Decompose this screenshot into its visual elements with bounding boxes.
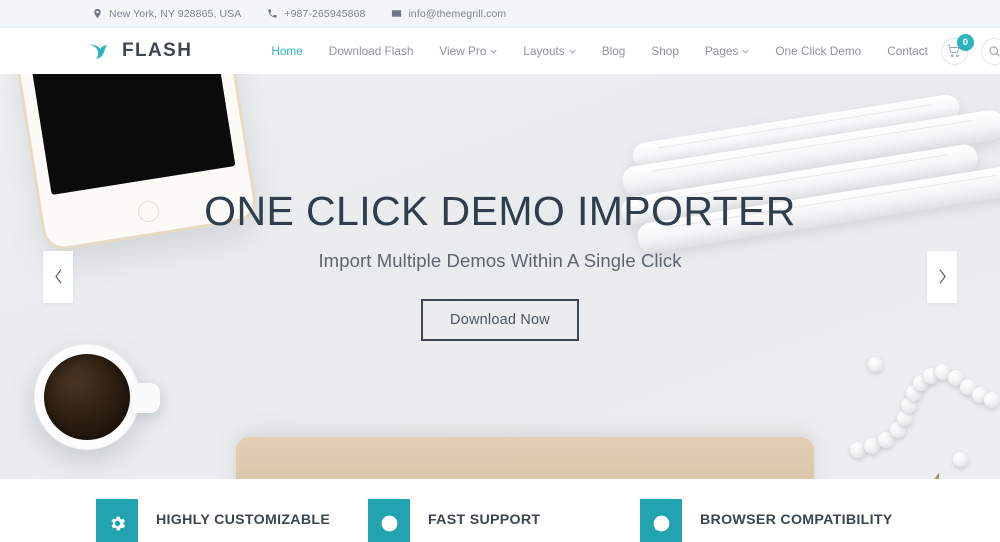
chevron-down-icon xyxy=(490,49,497,53)
nav-item-home[interactable]: Home xyxy=(258,44,315,58)
feature-fast-support: FAST SUPPORT Nisi ut aliquip ex ea commo… xyxy=(368,499,640,542)
nav-label: Home xyxy=(271,44,303,58)
site-header: FLASH Home Download Flash View Pro Layou… xyxy=(0,28,1000,74)
hero-subtitle: Import Multiple Demos Within A Single Cl… xyxy=(318,250,682,272)
address-text: New York, NY 928865, USA xyxy=(109,7,242,20)
nav-item-pages[interactable]: Pages xyxy=(692,44,762,58)
feature-title: HIGHLY CUSTOMIZABLE xyxy=(156,512,331,528)
download-now-button[interactable]: Download Now xyxy=(421,299,579,342)
hero-content: ONE CLICK DEMO IMPORTER Import Multiple … xyxy=(0,74,1000,479)
flash-bird-logo-icon xyxy=(89,44,108,59)
feature-icon-badge xyxy=(640,499,682,542)
nav-item-contact[interactable]: Contact xyxy=(874,44,941,58)
feature-browser-compatibility: BROWSER COMPATIBILITY Nisi ut aliquip ex… xyxy=(640,499,912,542)
nav-item-download-flash[interactable]: Download Flash xyxy=(316,44,427,58)
lifebuoy-icon xyxy=(381,515,397,531)
nav-item-view-pro[interactable]: View Pro xyxy=(426,44,510,58)
chevron-right-icon xyxy=(938,269,946,284)
email-text: info@themegrill.com xyxy=(408,7,507,20)
logo-text: FLASH xyxy=(122,40,193,61)
feature-highly-customizable: HIGHLY CUSTOMIZABLE Nisi ut aliquip ex e… xyxy=(96,499,368,542)
feature-icon-badge xyxy=(96,499,138,542)
feature-title: BROWSER COMPATIBILITY xyxy=(700,512,893,528)
hero-slider: ONE CLICK DEMO IMPORTER Import Multiple … xyxy=(0,74,1000,479)
top-info-bar: New York, NY 928865, USA +987-265945868 … xyxy=(0,0,1000,28)
search-icon xyxy=(989,45,1000,57)
slider-next-button[interactable] xyxy=(927,250,957,303)
nav-item-shop[interactable]: Shop xyxy=(638,44,692,58)
browser-icon xyxy=(653,515,669,531)
feature-icon-badge xyxy=(368,499,410,542)
nav-label: View Pro xyxy=(439,44,487,58)
nav-label: Layouts xyxy=(523,44,565,58)
phone-item[interactable]: +987-265945868 xyxy=(267,8,365,20)
chevron-down-icon xyxy=(569,49,576,53)
nav-item-layouts[interactable]: Layouts xyxy=(510,44,588,58)
nav-label: Shop xyxy=(651,44,679,58)
feature-title: FAST SUPPORT xyxy=(428,512,541,528)
nav-item-blog[interactable]: Blog xyxy=(589,44,639,58)
nav-label: Contact xyxy=(887,44,928,58)
main-navigation: Home Download Flash View Pro Layouts Blo… xyxy=(258,44,941,58)
header-actions: 0 xyxy=(940,33,1000,65)
nav-label: Download Flash xyxy=(328,44,414,58)
slider-prev-button[interactable] xyxy=(43,250,73,303)
cart-count-badge: 0 xyxy=(956,33,974,51)
chevron-down-icon xyxy=(742,49,749,53)
email-item[interactable]: info@themegrill.com xyxy=(391,8,506,20)
site-logo[interactable]: FLASH xyxy=(88,39,192,64)
nav-label: One Click Demo xyxy=(775,44,862,58)
phone-text: +987-265945868 xyxy=(284,7,366,20)
phone-icon xyxy=(268,9,277,18)
envelope-icon xyxy=(392,10,402,17)
features-section: HIGHLY CUSTOMIZABLE Nisi ut aliquip ex e… xyxy=(0,479,1000,542)
nav-label: Blog xyxy=(601,44,626,58)
search-button[interactable] xyxy=(980,37,1000,65)
nav-label: Pages xyxy=(704,44,739,58)
nav-item-one-click-demo[interactable]: One Click Demo xyxy=(762,44,874,58)
location-pin-icon xyxy=(94,8,101,19)
gear-icon xyxy=(110,516,125,530)
chevron-left-icon xyxy=(54,269,62,284)
address-item: New York, NY 928865, USA xyxy=(92,8,241,20)
hero-title: ONE CLICK DEMO IMPORTER xyxy=(204,187,796,234)
cart-button[interactable]: 0 xyxy=(940,33,974,65)
